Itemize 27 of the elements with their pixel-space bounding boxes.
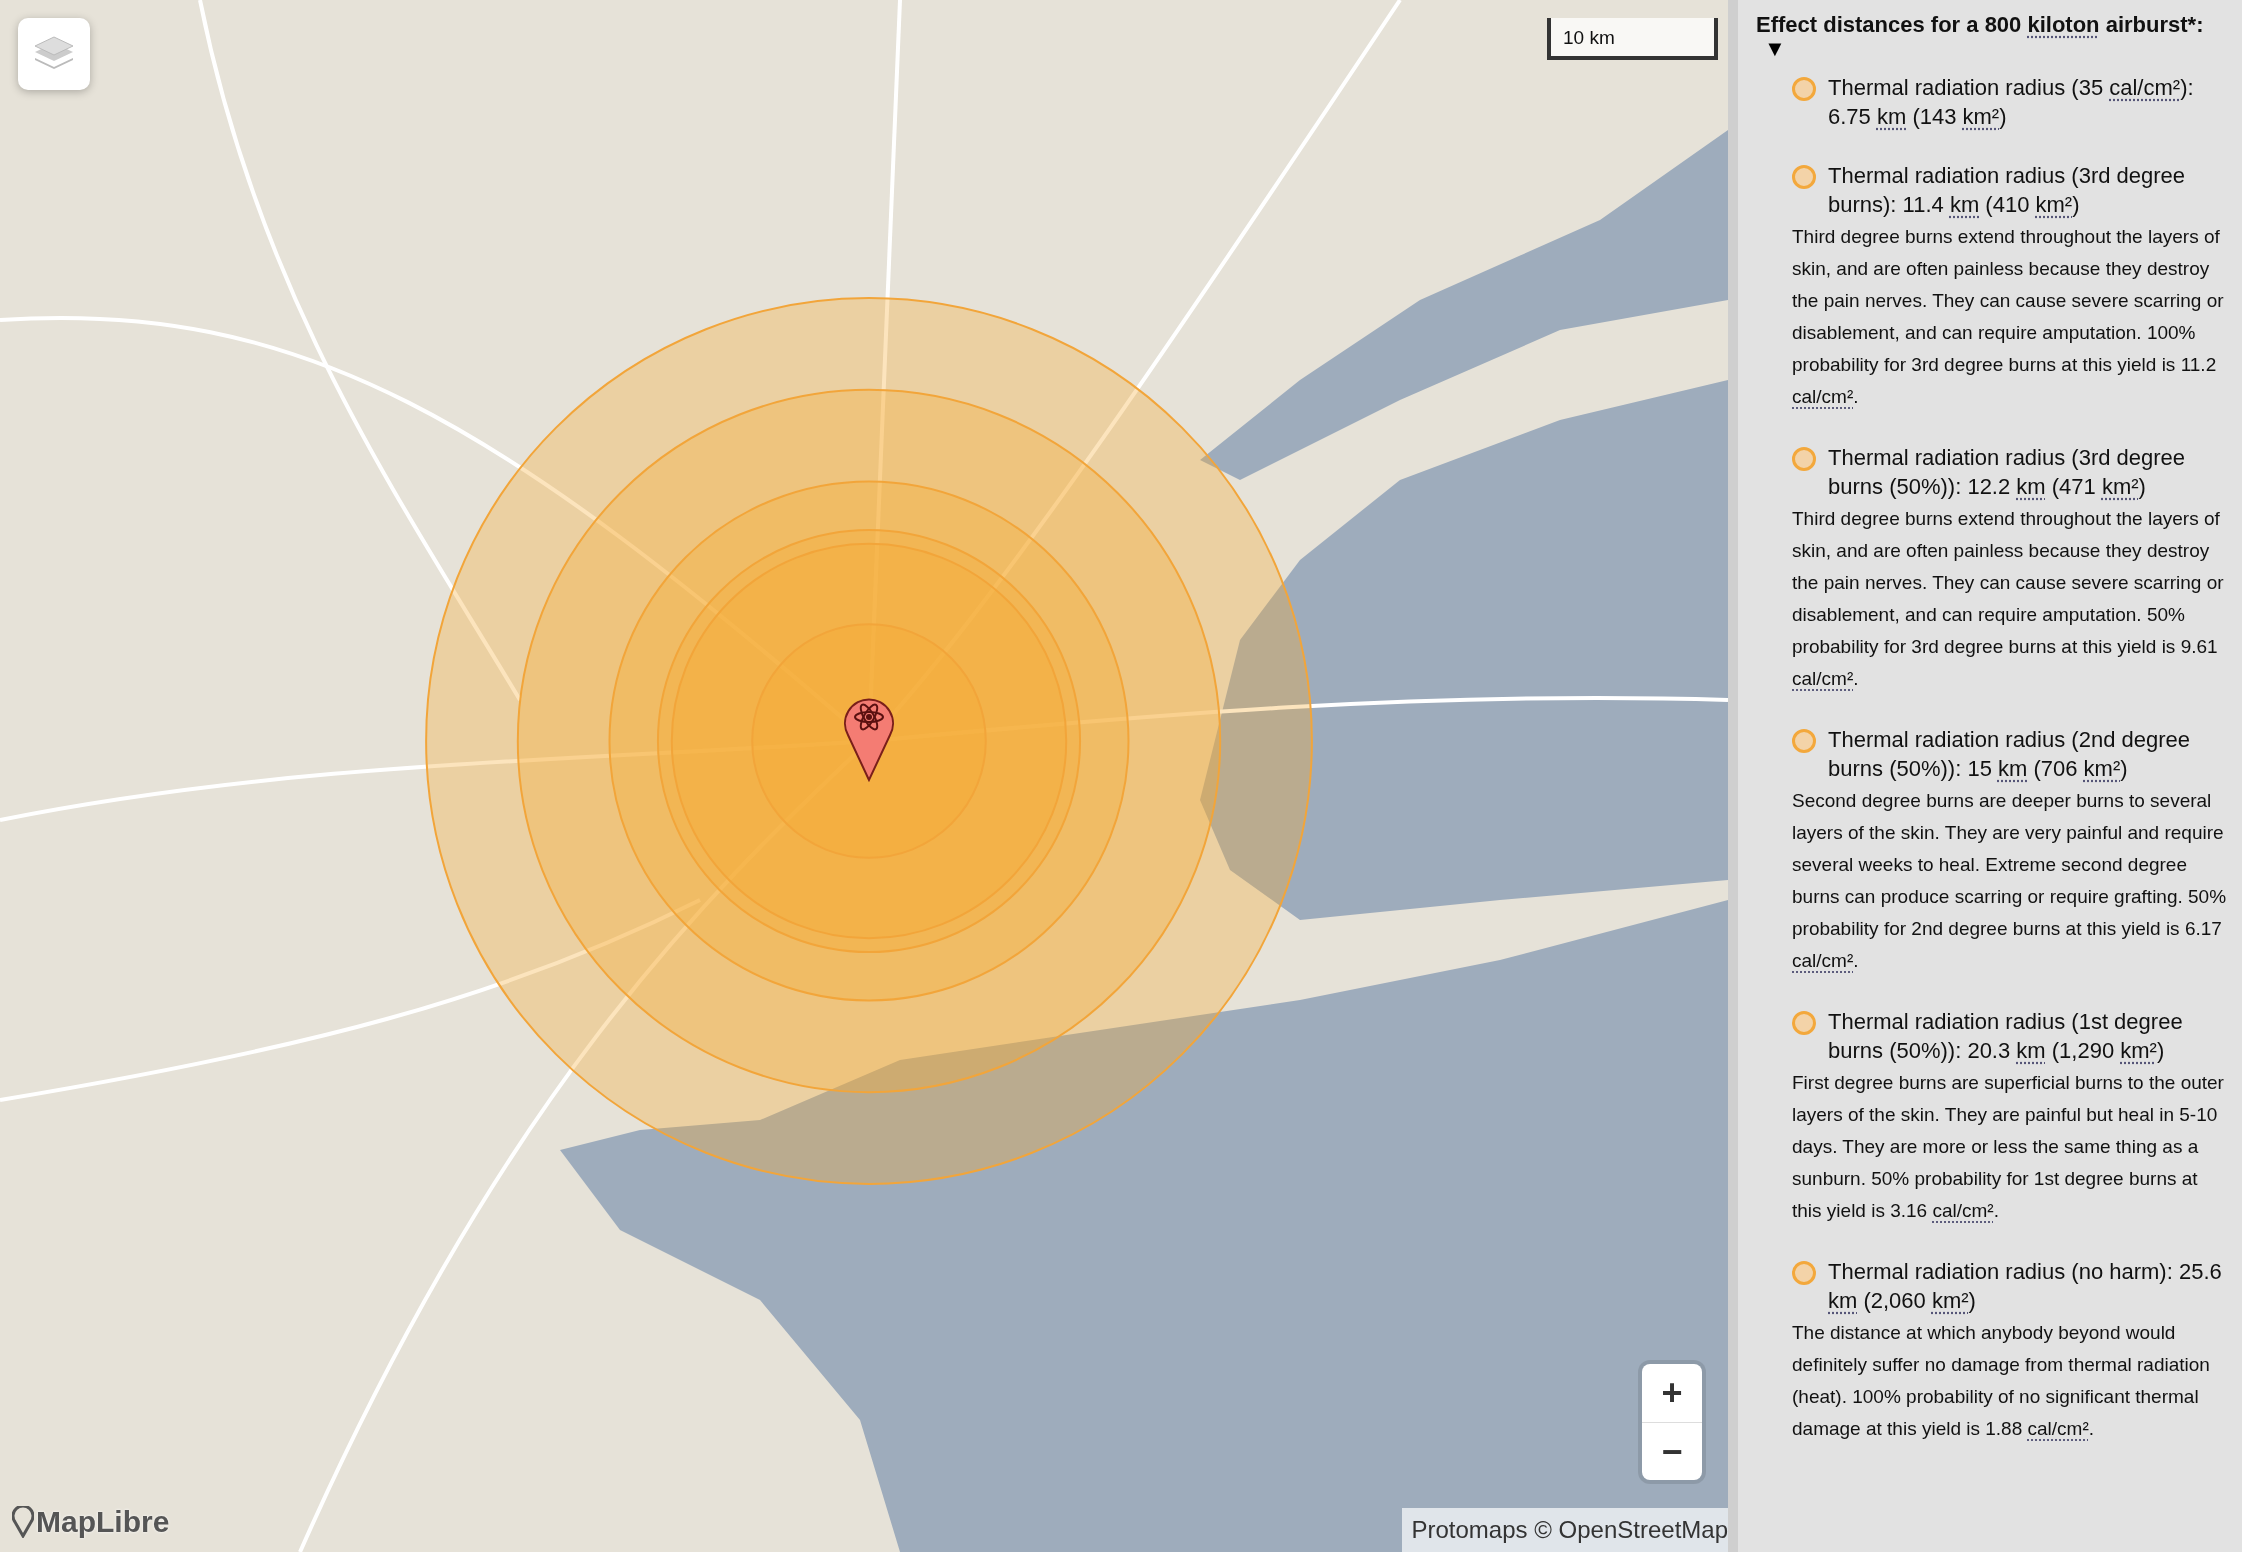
effect-description: First degree burns are superficial burns to the outer layers of the skin. They are painful but heal in 5-10 days. They are more or less the same thing as a sunburn. 50% probability for 1st degree burns at this yield is 3.16 cal/cm².	[1792, 1071, 2225, 1224]
layers-button[interactable]	[18, 18, 90, 90]
effect-title: Thermal radiation radius (no harm): 25.6 km (2,060 km²)	[1828, 1258, 2223, 1316]
circle-legend-icon	[1792, 165, 1816, 190]
scale-bar: 10 km	[1547, 18, 1718, 60]
effect-title: Thermal radiation radius (3rd degree burns): 11.4 km (410 km²)	[1828, 162, 2187, 220]
effect-description: Third degree burns extend throughout the layers of skin, and are often painless because they destroy the pain nerves. They can cause severe scarring or disablement, and can require amputation. 50% probability for 3rd degree burns at this yield is 9.61 cal/cm².	[1792, 507, 2225, 692]
circle-legend-icon	[1792, 1011, 1816, 1036]
circle-legend-icon	[1792, 1261, 1816, 1286]
maplibre-logo[interactable]: MapLibre	[36, 1499, 170, 1544]
effect-title: Thermal radiation radius (2nd degree burns (50%)): 15 km (706 km²)	[1828, 726, 2191, 784]
effect-title: Thermal radiation radius (1st degree burns (50%)): 20.3 km (1,290 km²)	[1828, 1008, 2184, 1066]
map-attribution: Protomaps © OpenStreetMap	[1401, 1508, 1728, 1552]
circle-legend-icon	[1792, 77, 1816, 102]
circle-legend-icon	[1792, 447, 1816, 472]
circle-legend-icon	[1792, 729, 1816, 754]
map-pin-icon	[12, 1505, 34, 1538]
effect-title: Thermal radiation radius (3rd degree burns (50%)): 12.2 km (471 km²)	[1828, 444, 2187, 502]
location-pin-icon	[844, 698, 894, 781]
effect-description: Second degree burns are deeper burns to several layers of the skin. They are very painful and require several weeks to heal. Extreme second degree burns can produce scarring or require grafting. 50% probability for 2nd degree burns at this yield is 6.17 cal/cm².	[1792, 789, 2228, 974]
zoom-in-button[interactable]: +	[1642, 1364, 1702, 1422]
collapse-toggle[interactable]: ▼	[1756, 38, 1786, 61]
effect-description: The distance at which anybody beyond would definitely suffer no damage from thermal radiation (heat). 100% probability of no significant thermal damage at this yield is 1.88 cal/cm².	[1792, 1321, 2211, 1442]
panel-heading: Effect distances for a 800 kiloton airburst*:	[1756, 12, 2205, 39]
effect-title: Thermal radiation radius (35 cal/cm²): 6.75 km (143 km²)	[1828, 74, 2195, 132]
zoom-out-button[interactable]: −	[1642, 1422, 1702, 1480]
effect-description: Third degree burns extend throughout the layers of skin, and are often painless because they destroy the pain nerves. They can cause severe scarring or disablement, and can require amputation. 100% probability for 3rd degree burns at this yield is 11.2 cal/cm².	[1792, 225, 2225, 410]
